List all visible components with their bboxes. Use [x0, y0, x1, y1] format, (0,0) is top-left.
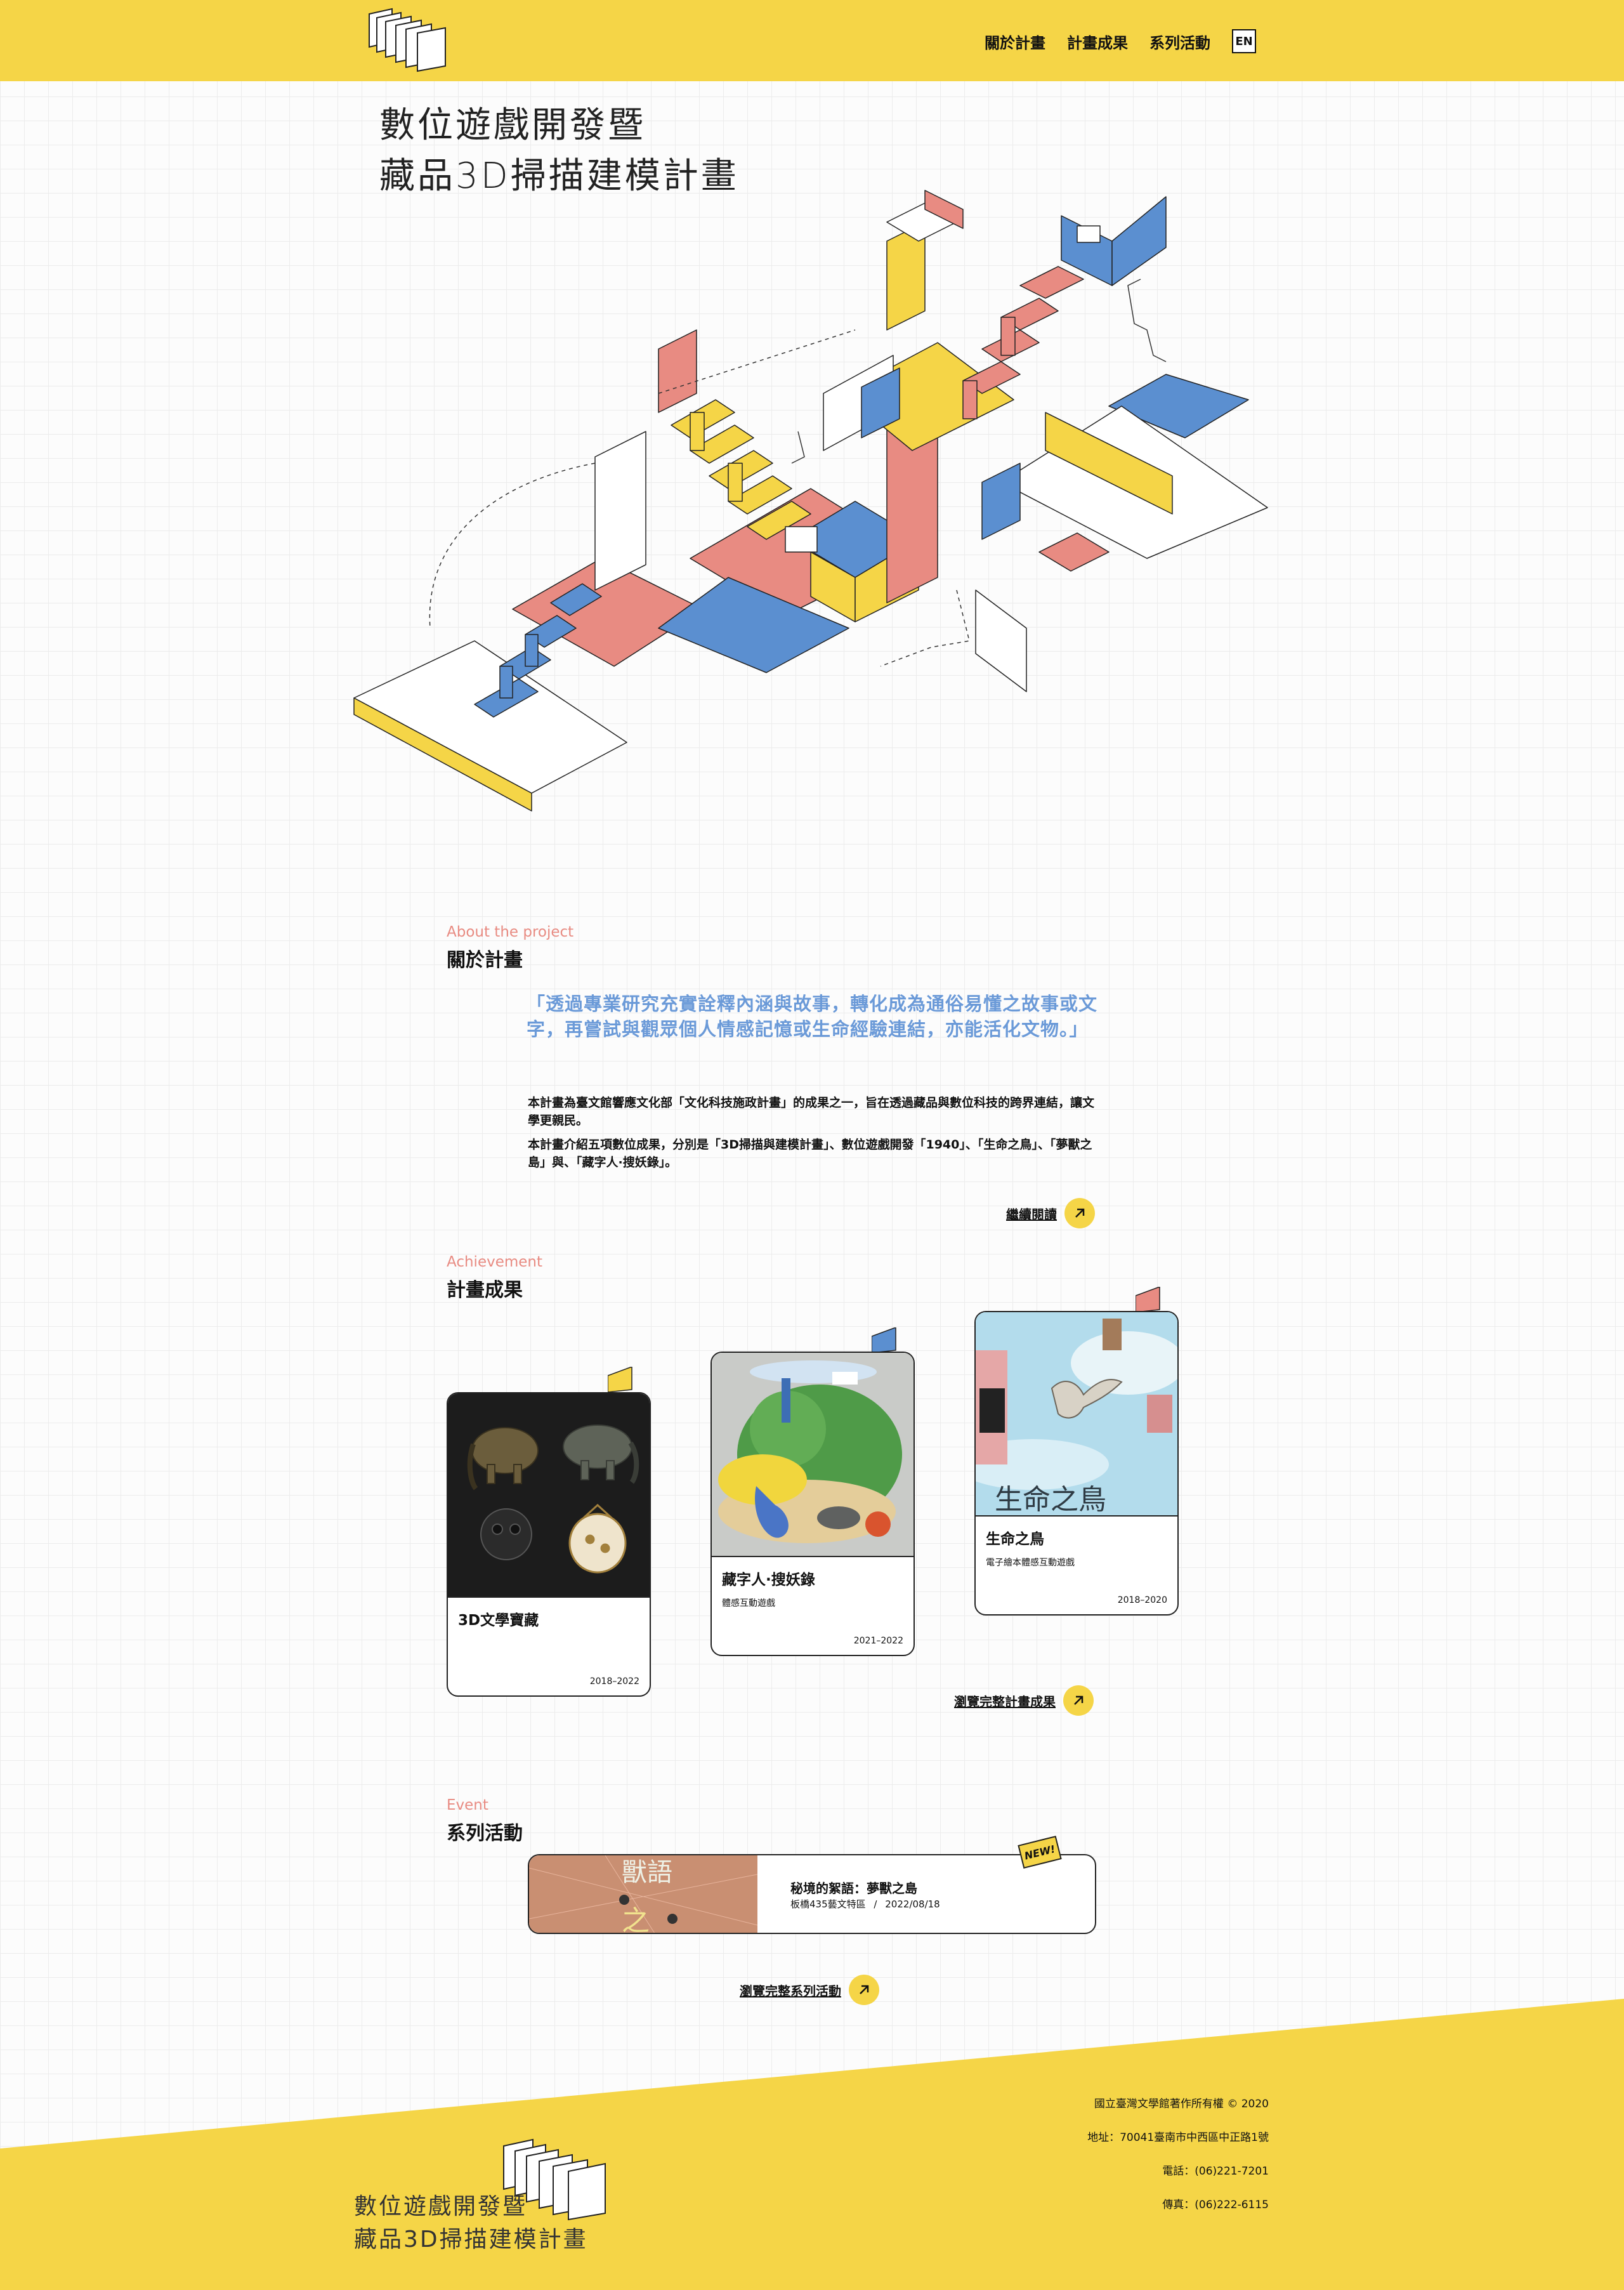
about-label-zh: 關於計畫: [447, 949, 523, 971]
achievement-label-zh: 計畫成果: [447, 1279, 523, 1301]
about-label-en: About the project: [447, 924, 574, 940]
card-image-elephants: [448, 1393, 650, 1598]
language-toggle-button[interactable]: EN: [1232, 29, 1256, 53]
hero-title-line1: 數位遊戲開發暨: [379, 105, 646, 146]
card-subtitle: 體感互動遊戲: [722, 1598, 775, 1609]
isometric-illustration: [353, 190, 1268, 812]
site-header: 關於計畫 計畫成果 系列活動 EN: [0, 0, 1624, 81]
achievement-card-bird-of-life[interactable]: 生命之鳥 生命之鳥 電子繪本體感互動遊戲 2018–2020: [974, 1311, 1179, 1616]
achievement-label-en: Achievement: [447, 1254, 543, 1270]
about-paragraph-1: 本計畫為臺文館響應文化部「文化科技施政計畫」的成果之一，旨在透過藏品與數位科技的…: [528, 1096, 1095, 1128]
footer-title-line1: 數位遊戲開發暨: [354, 2194, 528, 2220]
card-title: 藏字人·搜妖錄: [722, 1572, 815, 1588]
footer-title-line2: 藏品3D掃描建模計畫: [354, 2227, 588, 2253]
card-years: 2018–2022: [589, 1676, 639, 1687]
event-date: 2022/08/18: [885, 1898, 940, 1910]
footer-background: [0, 1999, 1624, 2290]
footer-copyright: 國立臺灣文學館著作所有權 © 2020: [1094, 2098, 1269, 2110]
svg-text:之: 之: [622, 1905, 650, 1934]
card-title: 生命之鳥: [986, 1531, 1044, 1548]
card-image-bird: 生命之鳥: [976, 1312, 1177, 1517]
card-flag-icon: [1136, 1287, 1160, 1312]
footer-address: 地址：70041臺南市中西區中正路1號: [1087, 2131, 1269, 2144]
footer-info: 國立臺灣文學館著作所有權 © 2020 地址：70041臺南市中西區中正路1號 …: [1087, 2088, 1269, 2222]
view-all-achievements-link[interactable]: 瀏覽完整計畫成果: [954, 1685, 1094, 1716]
event-separator: /: [874, 1898, 877, 1910]
main-nav: 關於計畫 計畫成果 系列活動 EN: [985, 29, 1256, 53]
view-all-achievements-label: 瀏覽完整計畫成果: [954, 1694, 1056, 1709]
arrow-up-right-icon[interactable]: [1064, 1198, 1095, 1228]
about-paragraph-2: 本計畫介紹五項數位成果，分別是「3D掃描與建模計畫」、數位遊戲開發「1940」、…: [528, 1138, 1092, 1169]
footer-fax: 傳真：(06)222-6115: [1162, 2199, 1269, 2211]
event-image: 獸語 之: [529, 1855, 758, 1934]
read-more-label: 繼續閱讀: [1006, 1206, 1057, 1222]
svg-text:生命之鳥: 生命之鳥: [995, 1484, 1106, 1516]
card-flag-icon: [608, 1367, 632, 1392]
event-label-zh: 系列活動: [447, 1822, 523, 1845]
card-flag-icon: [872, 1327, 896, 1353]
achievement-card-word-collector[interactable]: 藏字人·搜妖錄 體感互動遊戲 2021–2022: [710, 1352, 915, 1656]
about-quote: 「透過專業研究充實詮釋內涵與故事，轉化成為通俗易懂之故事或文字，再嘗試與觀眾個人…: [527, 993, 1098, 1040]
footer-title: 數位遊戲開發暨 藏品3D掃描建模計畫: [354, 2190, 588, 2256]
achievement-card-3d-treasure[interactable]: 3D文學寶藏 2018–2022: [447, 1392, 651, 1697]
book-logo-icon[interactable]: [367, 6, 452, 72]
card-years: 2018–2020: [1117, 1595, 1167, 1605]
card-subtitle: 電子繪本體感互動遊戲: [986, 1558, 1075, 1568]
card-years: 2021–2022: [853, 1636, 903, 1646]
event-place: 板橋435藝文特區: [790, 1898, 866, 1910]
nav-about[interactable]: 關於計畫: [985, 30, 1045, 53]
card-image-monster-island: [712, 1353, 914, 1557]
arrow-up-right-icon[interactable]: [1063, 1685, 1094, 1716]
event-meta: 板橋435藝文特區 / 2022/08/18: [790, 1897, 940, 1911]
footer-phone: 電話：(06)221-7201: [1162, 2165, 1269, 2178]
read-more-link[interactable]: 繼續閱讀: [1006, 1198, 1095, 1228]
event-label-en: Event: [447, 1797, 488, 1813]
card-title: 3D文學寶藏: [458, 1612, 539, 1629]
event-card[interactable]: 獸語 之 秘境的絮語：夢獸之島 板橋435藝文特區 / 2022/08/18: [528, 1854, 1096, 1934]
event-image-text: 獸語: [622, 1858, 672, 1887]
nav-achievement[interactable]: 計畫成果: [1067, 30, 1128, 53]
event-title: 秘境的絮語：夢獸之島: [790, 1881, 917, 1896]
view-all-events-label: 瀏覽完整系列活動: [740, 1983, 841, 1999]
nav-event[interactable]: 系列活動: [1149, 30, 1210, 53]
